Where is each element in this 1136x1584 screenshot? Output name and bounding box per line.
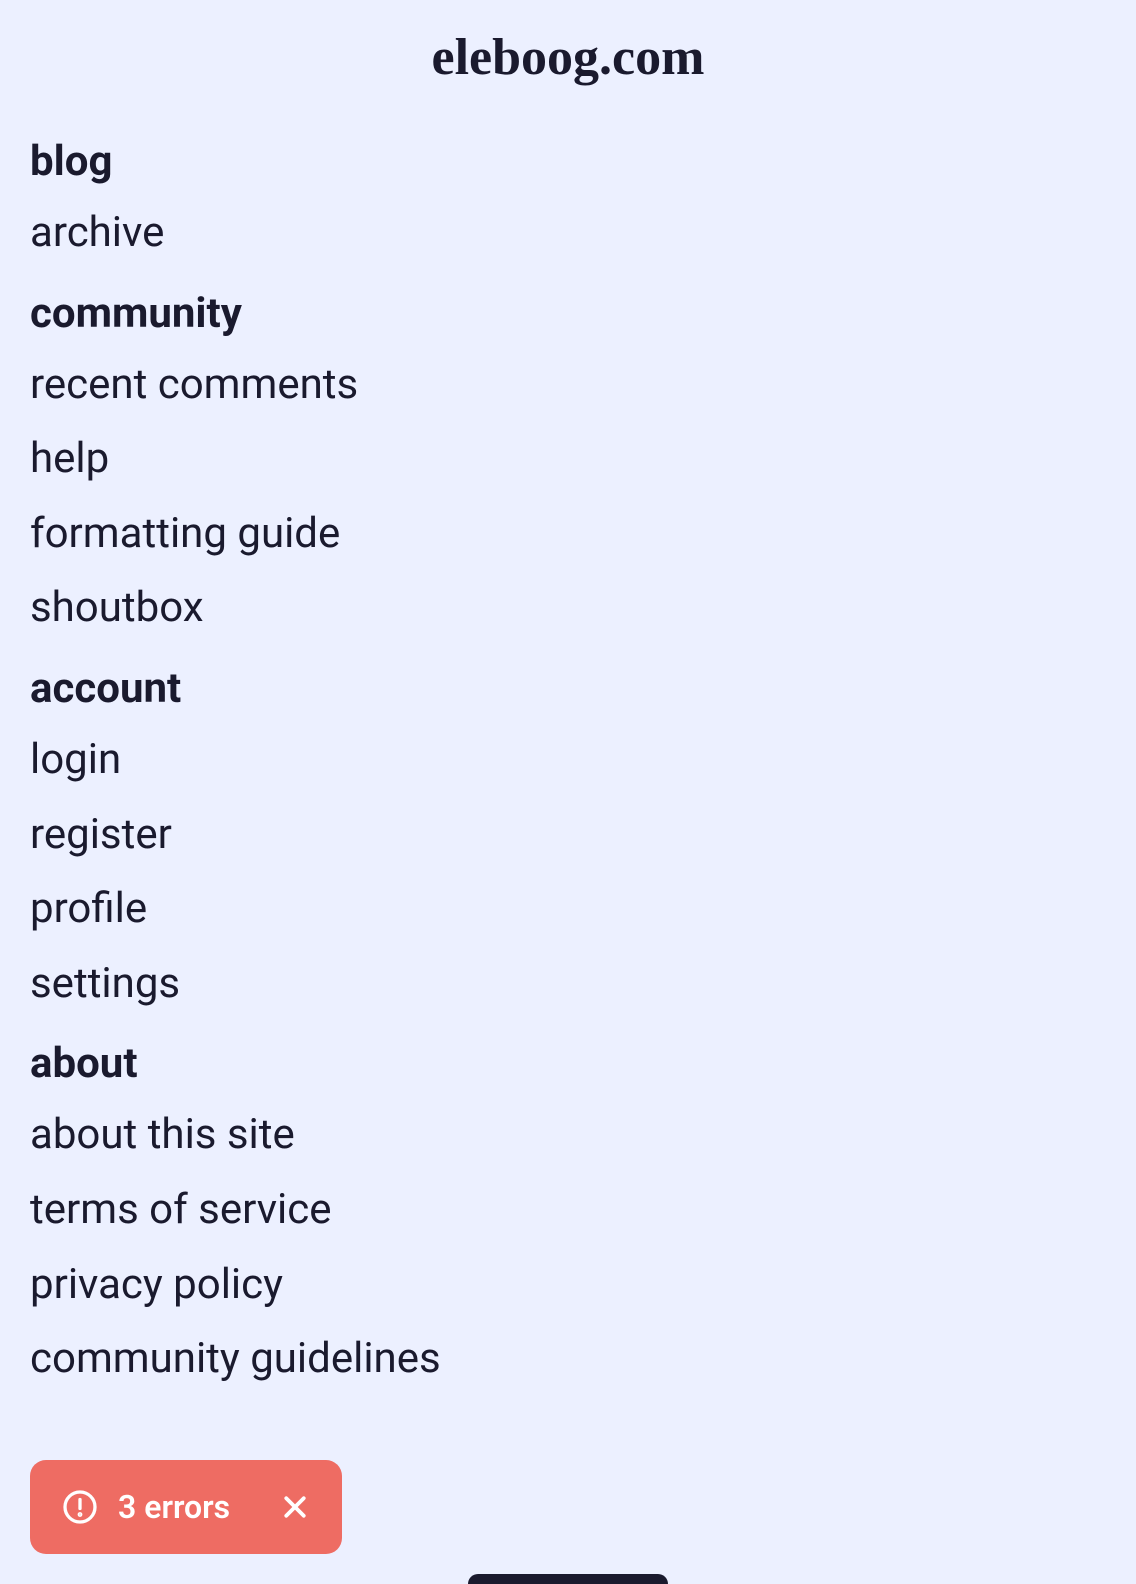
site-title[interactable]: eleboog.com	[0, 0, 1136, 137]
nav-link-settings[interactable]: settings	[30, 957, 1106, 1012]
nav-link-shoutbox[interactable]: shoutbox	[30, 581, 1106, 636]
nav-link-terms[interactable]: terms of service	[30, 1183, 1106, 1238]
alert-circle-icon	[62, 1489, 98, 1525]
nav-link-about-site[interactable]: about this site	[30, 1108, 1106, 1163]
error-count-text: 3 errors	[118, 1488, 230, 1526]
nav-link-archive[interactable]: archive	[30, 206, 1106, 261]
nav-link-help[interactable]: help	[30, 432, 1106, 487]
nav-link-formatting-guide[interactable]: formatting guide	[30, 507, 1106, 562]
nav-link-register[interactable]: register	[30, 808, 1106, 863]
nav-link-login[interactable]: login	[30, 733, 1106, 788]
error-toast: 3 errors	[30, 1460, 342, 1554]
nav-heading-blog[interactable]: blog	[30, 137, 1106, 186]
nav-link-profile[interactable]: profile	[30, 882, 1106, 937]
nav-link-privacy[interactable]: privacy policy	[30, 1258, 1106, 1313]
nav-heading-community[interactable]: community	[30, 289, 1106, 338]
nav-link-recent-comments[interactable]: recent comments	[30, 358, 1106, 413]
close-icon[interactable]	[280, 1492, 310, 1522]
nav-heading-about[interactable]: about	[30, 1039, 1106, 1088]
nav-link-guidelines[interactable]: community guidelines	[30, 1332, 1106, 1387]
home-indicator[interactable]	[468, 1574, 668, 1584]
navigation-menu: blog archive community recent comments h…	[0, 137, 1136, 1387]
nav-heading-account[interactable]: account	[30, 664, 1106, 713]
